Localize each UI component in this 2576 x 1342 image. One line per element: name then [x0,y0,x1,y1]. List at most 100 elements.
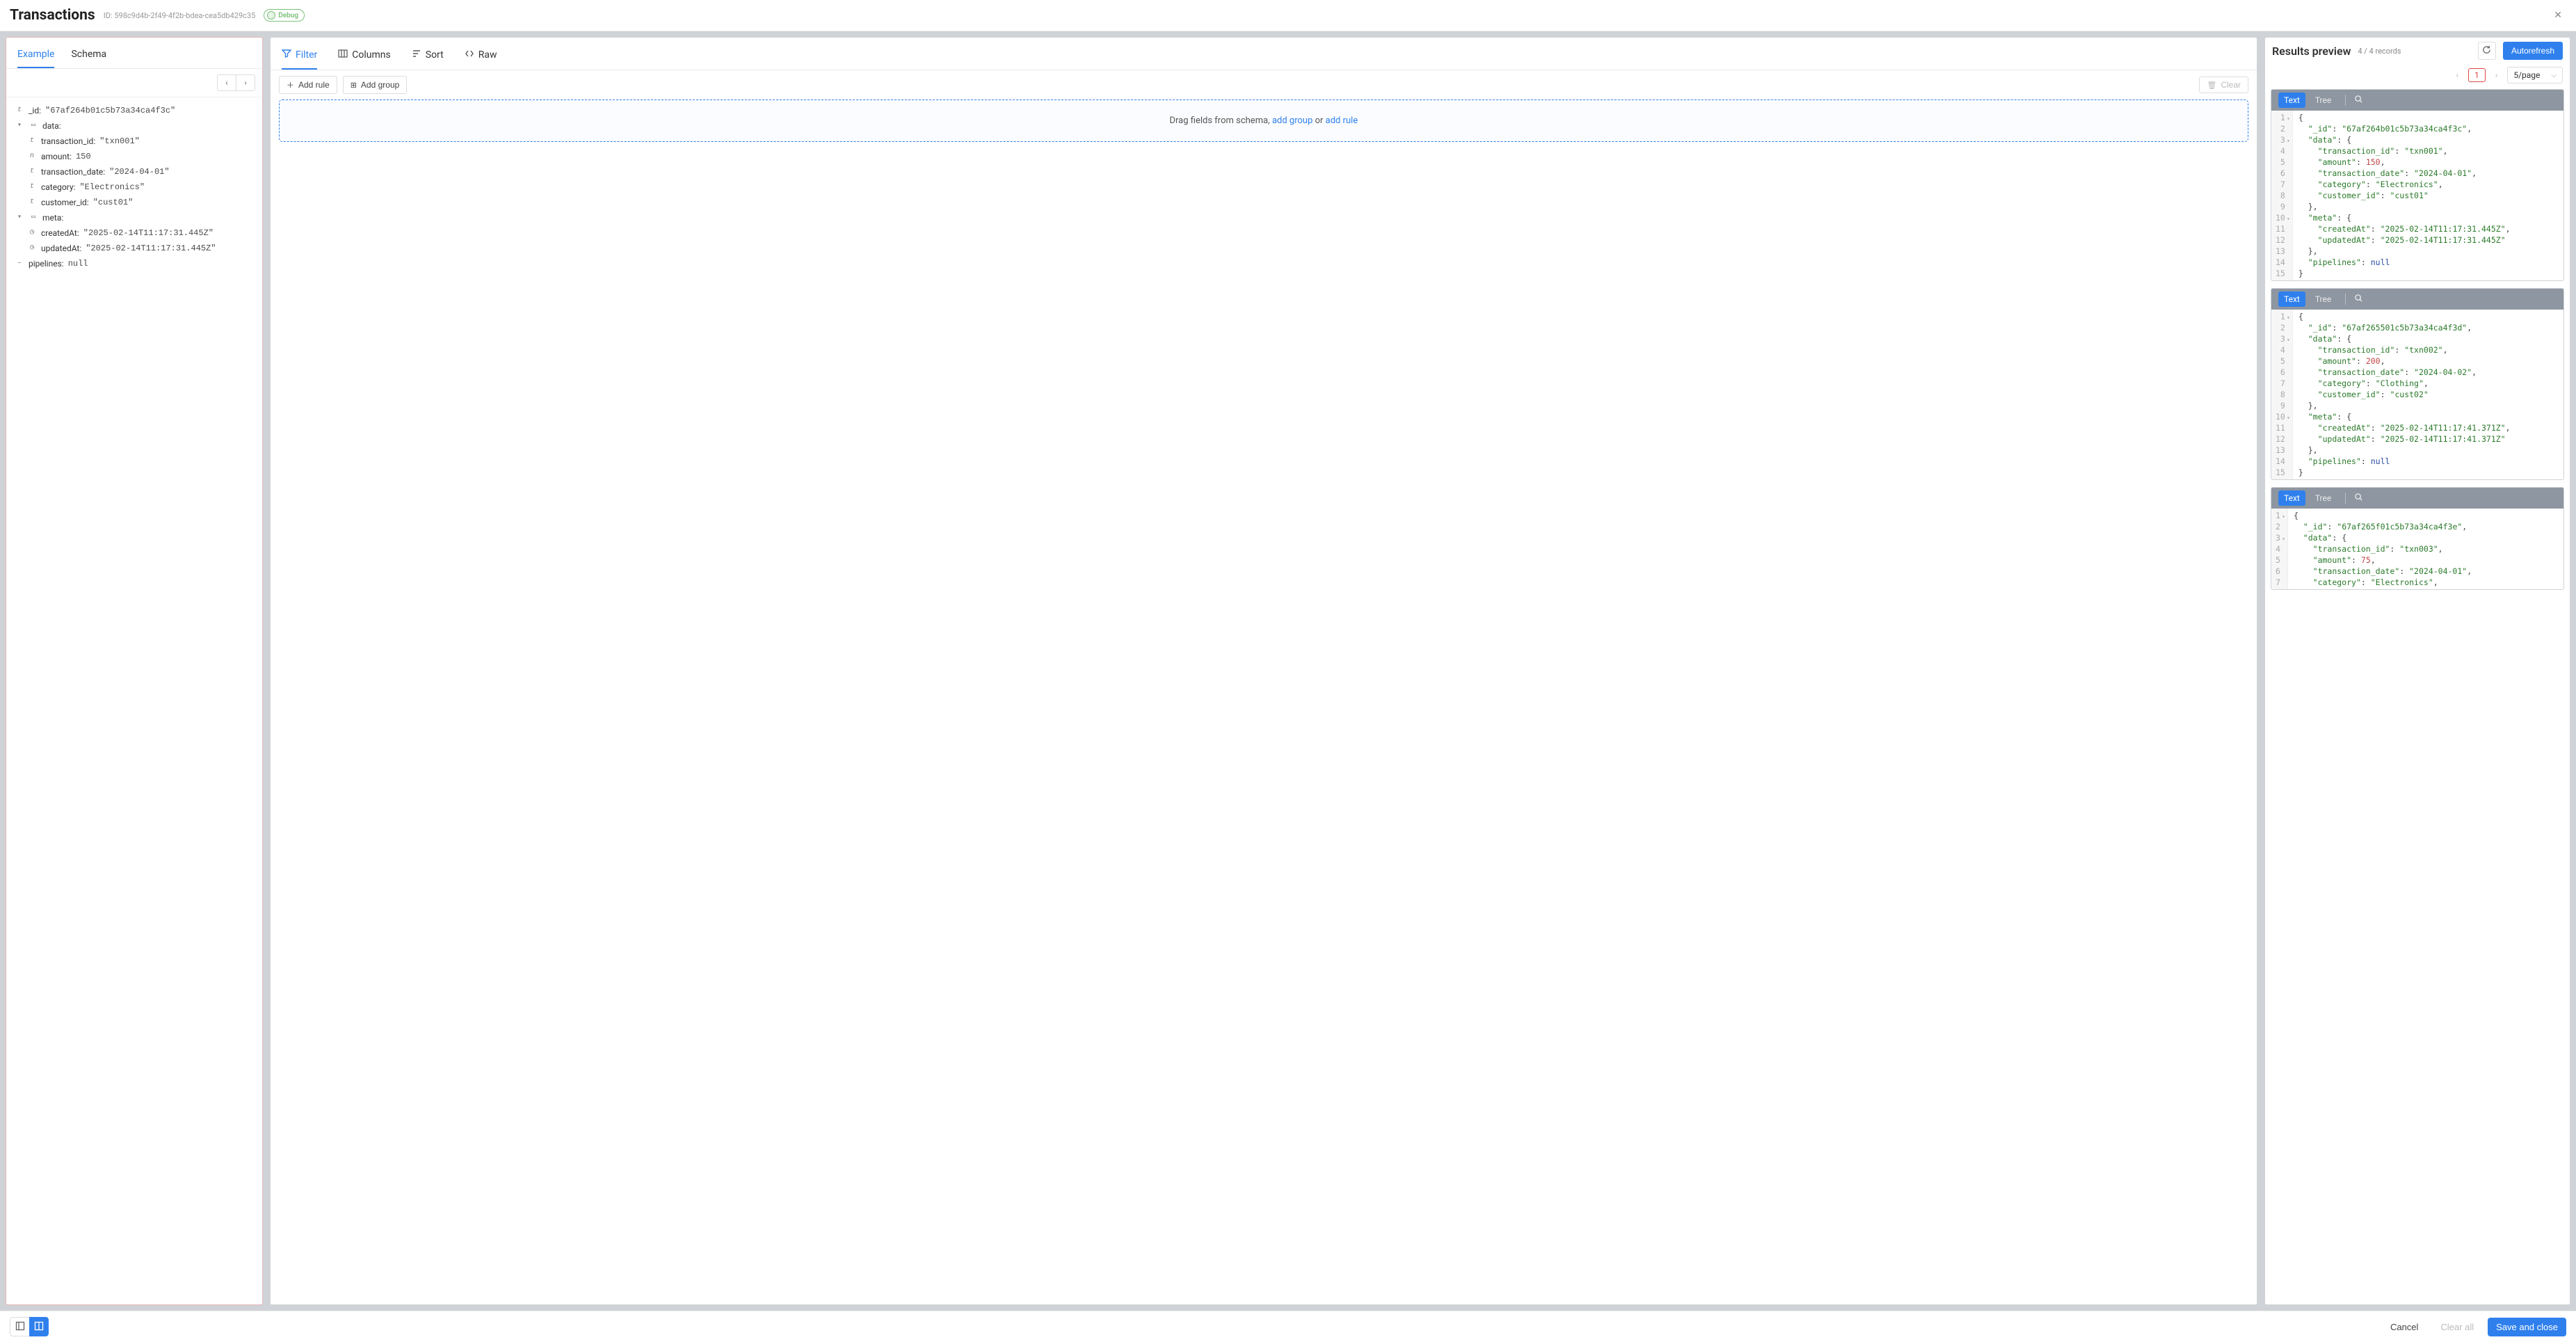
pager-row: ‹ 1 › 5/page [2265,64,2570,89]
tab-filter[interactable]: Filter [282,42,317,70]
tree-value: "Electronics" [79,179,145,195]
tree-row[interactable]: ◷ updatedAt "2025-02-14T11:17:31.445Z" [15,241,254,256]
code-content[interactable]: { "_id": "67af265501c5b73a34ca4f3d", "da… [2293,310,2516,479]
code-body: 123456789101112131415{ "_id": "67af26550… [2271,310,2563,479]
layout-toggle [10,1317,49,1336]
type-text-icon: t [27,134,37,149]
type-text-icon: t [27,164,37,179]
view-tab-text[interactable]: Text [2278,291,2305,307]
results-list[interactable]: TextTree123456789101112131415{ "_id": "6… [2265,89,2570,1304]
footer: Cancel Clear all Save and close [0,1311,2576,1342]
search-icon[interactable] [2354,294,2363,305]
tree-key: updatedAt [41,241,81,256]
tab-raw[interactable]: Raw [465,42,497,70]
type-text-icon: t [27,179,37,195]
tab-sort[interactable]: Sort [412,42,444,70]
result-card: TextTree1234567{ "_id": "67af265f01c5b73… [2271,487,2564,590]
tree-key: transaction_date [41,164,105,179]
page-size-select[interactable]: 5/page [2507,67,2563,83]
example-next-button[interactable]: › [236,74,255,91]
type-number-icon: n [27,149,37,164]
refresh-button[interactable] [2478,42,2496,60]
caret-down-icon[interactable]: ▾ [15,118,24,134]
layout-split-button[interactable] [29,1317,49,1336]
type-text-icon: t [27,195,37,210]
tree-key: amount [41,149,72,164]
add-rule-link[interactable]: add rule [1326,115,1358,126]
view-tab-tree[interactable]: Tree [2310,291,2337,307]
example-prev-button[interactable]: ‹ [217,74,236,91]
sort-icon [412,49,421,61]
tab-schema[interactable]: Schema [71,42,106,68]
save-button[interactable]: Save and close [2488,1318,2566,1336]
tree-key: meta [42,210,63,225]
example-tree: t _id "67af264b01c5b73a34ca4f3c" ▾ ▭ dat… [6,97,262,1304]
tree-row[interactable]: – pipelines null [15,256,254,271]
tree-row[interactable]: t customer_id "cust01" [15,195,254,210]
divider [2345,95,2346,106]
add-group-button[interactable]: ⊞Add group [343,76,408,94]
debug-toggle[interactable]: Debug [264,9,305,22]
tree-row[interactable]: ▾ ▭ data [15,118,254,134]
filter-dropzone[interactable]: Drag fields from schema, add group or ad… [279,99,2248,142]
page-prev-button[interactable]: ‹ [2453,67,2461,83]
tree-value: "2025-02-14T11:17:31.445Z" [86,241,216,256]
tree-row[interactable]: ▾ ▭ meta [15,210,254,225]
divider [2345,294,2346,305]
tree-key: data [42,118,61,134]
tree-value: "67af264b01c5b73a34ca4f3c" [45,103,175,118]
plus-square-icon: ⊞ [351,81,357,90]
tree-value: null [68,256,88,271]
result-card: Text Tree 123456789101112131415{ "_id": "6… [2271,89,2564,281]
page-next-button[interactable]: › [2493,67,2501,83]
tab-example[interactable]: Example [17,42,54,68]
view-tab-text[interactable]: Text [2278,490,2305,506]
tree-key: pipelines [29,256,64,271]
add-group-link[interactable]: add group [1272,115,1312,126]
filter-icon [282,49,291,61]
layout-single-button[interactable] [10,1317,29,1336]
tree-row[interactable]: ◷ createdAt "2025-02-14T11:17:31.445Z" [15,225,254,241]
tree-value: 150 [76,149,91,164]
divider [2345,493,2346,504]
line-gutter: 123456789101112131415 [2271,111,2293,280]
main-grid: Example Schema ‹ › t _id "67af264b01c5b7… [0,31,2576,1311]
tree-row[interactable]: t transaction_id "txn001" [15,134,254,149]
type-clock-icon: ◷ [27,241,37,256]
view-tab-tree[interactable]: Tree [2310,93,2337,108]
right-panel: Results preview 4 / 4 records Autorefres… [2264,37,2570,1305]
code-icon [465,49,474,61]
filter-toolbar: ＋Add rule ⊞Add group 🗑Clear [271,70,2257,99]
clear-button[interactable]: 🗑Clear [2199,77,2248,93]
type-null-icon: – [15,256,24,271]
view-tab-tree[interactable]: Tree [2310,490,2337,506]
caret-down-icon[interactable]: ▾ [15,210,24,225]
tree-row[interactable]: t category "Electronics" [15,179,254,195]
tree-key: transaction_id [41,134,95,149]
code-content[interactable]: { "_id": "67af265f01c5b73a34ca4f3e", "da… [2288,509,2477,589]
clear-all-button[interactable]: Clear all [2432,1318,2482,1336]
type-object-icon: ▭ [29,118,38,134]
columns-icon [338,49,348,61]
type-clock-icon: ◷ [27,225,37,241]
refresh-icon [2482,45,2491,56]
tree-row[interactable]: t _id "67af264b01c5b73a34ca4f3c" [15,103,254,118]
view-tab-text[interactable]: Text [2278,93,2305,108]
code-content[interactable]: { "_id": "67af264b01c5b73a34ca4f3c", "da… [2293,111,2516,280]
middle-tabs: Filter Columns Sort Raw [271,42,2257,70]
plus-icon: ＋ [287,79,294,90]
results-header: Results preview 4 / 4 records Autorefres… [2265,38,2570,64]
tree-row[interactable]: n amount 150 [15,149,254,164]
search-icon[interactable] [2354,95,2363,106]
autorefresh-button[interactable]: Autorefresh [2503,42,2563,60]
close-icon[interactable]: ✕ [2550,8,2566,22]
add-rule-button[interactable]: ＋Add rule [279,76,337,94]
tab-columns[interactable]: Columns [338,42,390,70]
search-icon[interactable] [2354,493,2363,504]
results-count: 4 / 4 records [2358,47,2401,56]
tree-row[interactable]: t transaction_date "2024-04-01" [15,164,254,179]
layout-single-icon [15,1321,25,1333]
cancel-button[interactable]: Cancel [2382,1318,2426,1336]
modal-header: Transactions ID: 598c9d4b-2f49-4f2b-bdea… [0,0,2576,31]
page-current[interactable]: 1 [2468,68,2486,82]
